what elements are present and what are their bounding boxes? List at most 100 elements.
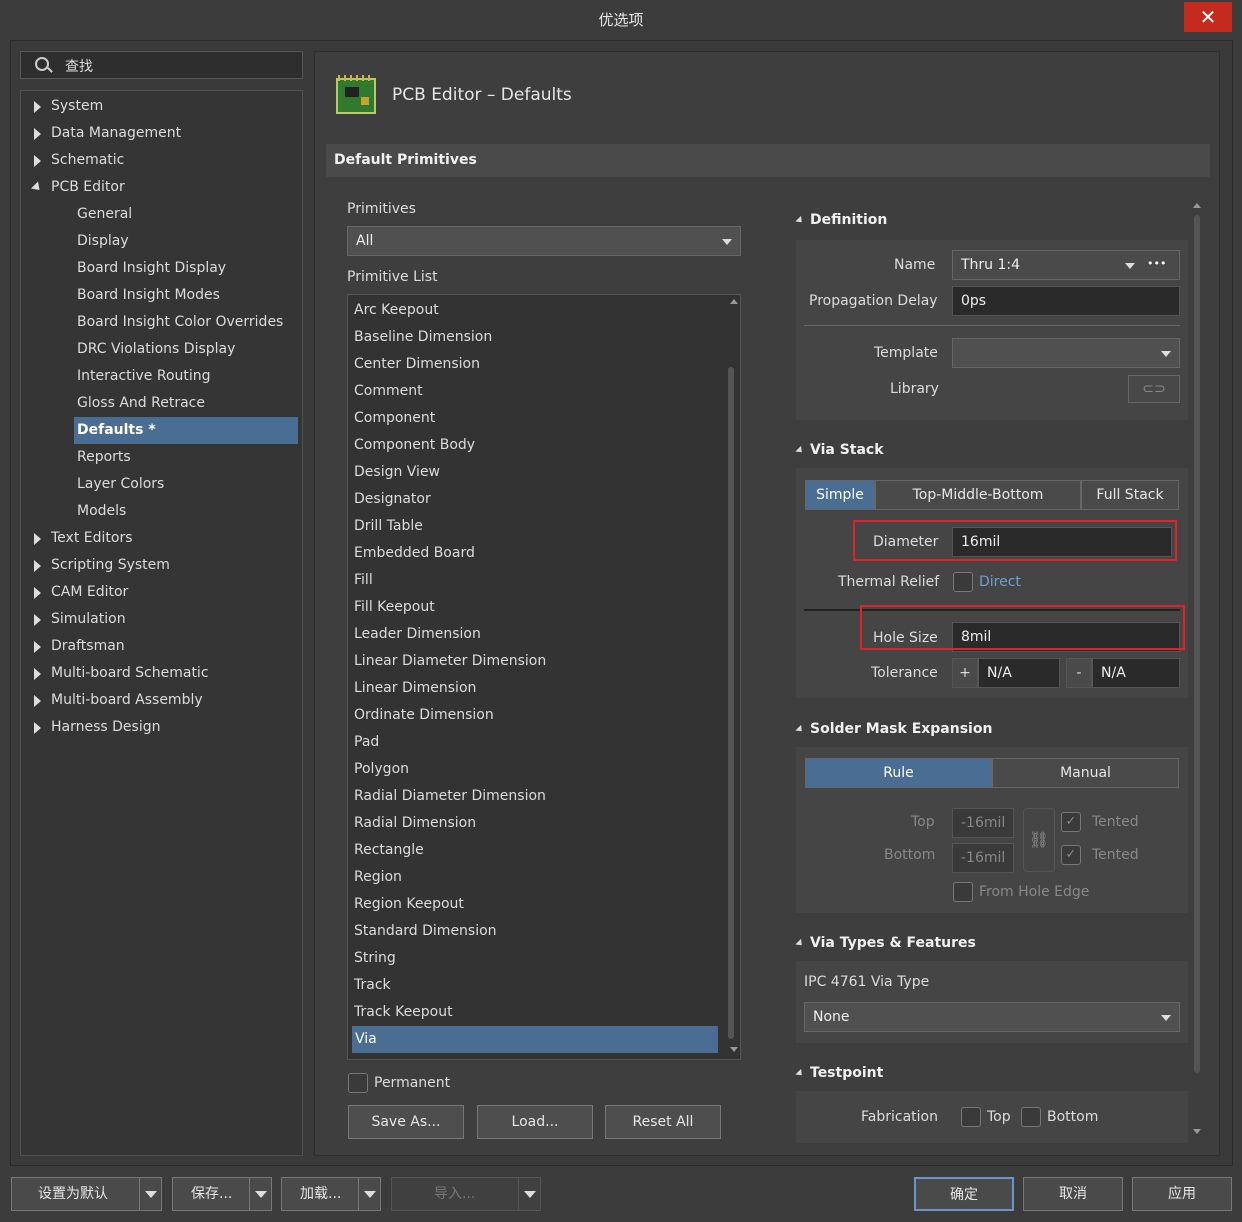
- tented-bottom-checkbox[interactable]: ✓: [1061, 845, 1081, 865]
- tree-subitem[interactable]: Board Insight Display: [77, 255, 226, 282]
- apply-button[interactable]: 应用: [1132, 1177, 1232, 1211]
- scroll-down-icon[interactable]: [1193, 1129, 1201, 1134]
- via-types-header[interactable]: Via Types & Features: [795, 935, 976, 951]
- primitive-list-item[interactable]: Linear Diameter Dimension: [354, 648, 546, 675]
- save-button[interactable]: 保存...: [172, 1177, 272, 1211]
- primitive-list-item[interactable]: Fill Keepout: [354, 594, 435, 621]
- save-as-button[interactable]: Save As...: [348, 1105, 464, 1139]
- primitive-list-item[interactable]: Fill: [354, 567, 373, 594]
- dropdown-arrow-icon[interactable]: [358, 1178, 380, 1210]
- ok-button[interactable]: 确定: [914, 1177, 1014, 1211]
- tree-item-pcb-editor[interactable]: PCB Editor: [51, 174, 125, 201]
- tree-item[interactable]: Simulation: [51, 606, 126, 633]
- mode-simple[interactable]: Simple: [805, 480, 875, 510]
- bottom-expansion-field[interactable]: -16mil: [952, 843, 1014, 873]
- more-options-icon[interactable]: •••: [1147, 250, 1166, 278]
- scroll-up-icon[interactable]: [730, 299, 738, 304]
- tree-item[interactable]: Text Editors: [51, 525, 133, 552]
- primitive-list-item[interactable]: Standard Dimension: [354, 918, 497, 945]
- primitive-list-item[interactable]: String: [354, 945, 396, 972]
- import-button[interactable]: 导入...: [391, 1177, 541, 1211]
- tree-subitem[interactable]: Board Insight Color Overrides: [77, 309, 283, 336]
- primitive-list-item[interactable]: Region Keepout: [354, 891, 464, 918]
- cancel-button[interactable]: 取消: [1023, 1177, 1123, 1211]
- collapsed-arrow-icon[interactable]: [34, 587, 41, 599]
- tree-item-selected[interactable]: Defaults *: [74, 417, 298, 444]
- mode-top-middle-bottom[interactable]: Top-Middle-Bottom: [875, 480, 1081, 510]
- mode-rule[interactable]: Rule: [805, 758, 992, 788]
- tree-subitem[interactable]: Models: [77, 498, 126, 525]
- collapsed-arrow-icon[interactable]: [34, 695, 41, 707]
- list-scrollbar[interactable]: [728, 367, 734, 1039]
- primitive-list-item[interactable]: Component: [354, 405, 435, 432]
- mode-manual[interactable]: Manual: [992, 758, 1179, 788]
- tree-item[interactable]: System: [51, 93, 103, 120]
- permanent-checkbox[interactable]: [348, 1073, 368, 1093]
- mode-full-stack[interactable]: Full Stack: [1081, 480, 1179, 510]
- set-default-button[interactable]: 设置为默认: [11, 1177, 162, 1211]
- primitive-list-item[interactable]: Baseline Dimension: [354, 324, 492, 351]
- from-hole-edge-checkbox[interactable]: [953, 882, 973, 902]
- primitive-list-item[interactable]: Radial Diameter Dimension: [354, 783, 546, 810]
- primitive-list-item[interactable]: Center Dimension: [354, 351, 480, 378]
- primitive-list-item[interactable]: Via: [352, 1026, 718, 1053]
- via-stack-header[interactable]: Via Stack: [795, 442, 884, 458]
- collapsed-arrow-icon[interactable]: [34, 668, 41, 680]
- primitive-list-item[interactable]: Pad: [354, 729, 379, 756]
- primitive-list-item[interactable]: Rectangle: [354, 837, 424, 864]
- primitive-list-item[interactable]: Polygon: [354, 756, 409, 783]
- tree-subitem[interactable]: Gloss And Retrace: [77, 390, 205, 417]
- fab-top-checkbox[interactable]: [961, 1107, 981, 1127]
- tree-item[interactable]: Draftsman: [51, 633, 125, 660]
- tented-top-checkbox[interactable]: ✓: [1061, 812, 1081, 832]
- tree-subitem[interactable]: Layer Colors: [77, 471, 164, 498]
- tree-item[interactable]: CAM Editor: [51, 579, 128, 606]
- collapsed-arrow-icon[interactable]: [34, 641, 41, 653]
- link-icon[interactable]: ⊂⊃: [1128, 375, 1180, 403]
- primitive-list-item[interactable]: Track Keepout: [354, 999, 453, 1026]
- collapsed-arrow-icon[interactable]: [34, 101, 41, 113]
- dropdown-arrow-icon[interactable]: [139, 1178, 161, 1210]
- primitive-list-item[interactable]: Ordinate Dimension: [354, 702, 494, 729]
- primitive-list-item[interactable]: Comment: [354, 378, 423, 405]
- propagation-delay-field[interactable]: 0ps: [952, 286, 1180, 316]
- tree-item[interactable]: Multi-board Schematic: [51, 660, 209, 687]
- primitive-list-item[interactable]: Arc Keepout: [354, 297, 439, 324]
- tree-item[interactable]: Scripting System: [51, 552, 170, 579]
- collapsed-arrow-icon[interactable]: [34, 560, 41, 572]
- tree-subitem[interactable]: Board Insight Modes: [77, 282, 220, 309]
- search-input[interactable]: 查找: [20, 51, 303, 79]
- load-button-footer[interactable]: 加载...: [281, 1177, 381, 1211]
- reset-all-button[interactable]: Reset All: [605, 1105, 721, 1139]
- via-name-dropdown[interactable]: Thru 1:4 •••: [952, 250, 1180, 280]
- collapsed-arrow-icon[interactable]: [34, 128, 41, 140]
- primitive-list-item[interactable]: Component Body: [354, 432, 475, 459]
- scroll-up-icon[interactable]: [1193, 203, 1201, 208]
- tree-item[interactable]: Data Management: [51, 120, 181, 147]
- tree-subitem[interactable]: General: [77, 201, 132, 228]
- properties-scrollbar[interactable]: [1194, 215, 1200, 1073]
- primitive-list-item[interactable]: Embedded Board: [354, 540, 475, 567]
- testpoint-header[interactable]: Testpoint: [795, 1065, 883, 1081]
- dropdown-arrow-icon[interactable]: [249, 1178, 271, 1210]
- primitive-list-item[interactable]: Designator: [354, 486, 431, 513]
- ipc-via-type-dropdown[interactable]: None: [804, 1002, 1180, 1032]
- close-button[interactable]: ✕: [1184, 2, 1232, 32]
- tree-subitem[interactable]: Display: [77, 228, 129, 255]
- load-button[interactable]: Load...: [477, 1105, 593, 1139]
- collapsed-arrow-icon[interactable]: [34, 155, 41, 167]
- collapsed-arrow-icon[interactable]: [34, 722, 41, 734]
- top-expansion-field[interactable]: -16mil: [952, 808, 1014, 838]
- template-dropdown[interactable]: [952, 338, 1180, 368]
- chain-link-icon[interactable]: ⛓: [1023, 808, 1055, 872]
- dropdown-arrow-icon[interactable]: [518, 1178, 540, 1210]
- tree-subitem[interactable]: Reports: [77, 444, 131, 471]
- primitive-list[interactable]: Arc Keepout Baseline Dimension Center Dime…: [347, 294, 741, 1060]
- tree-item[interactable]: Schematic: [51, 147, 124, 174]
- collapsed-arrow-icon[interactable]: [34, 533, 41, 545]
- definition-header[interactable]: Definition: [795, 212, 887, 228]
- primitive-list-item[interactable]: Track: [354, 972, 391, 999]
- primitive-list-item[interactable]: Region: [354, 864, 402, 891]
- fab-bottom-checkbox[interactable]: [1021, 1107, 1041, 1127]
- primitive-list-item[interactable]: Radial Dimension: [354, 810, 476, 837]
